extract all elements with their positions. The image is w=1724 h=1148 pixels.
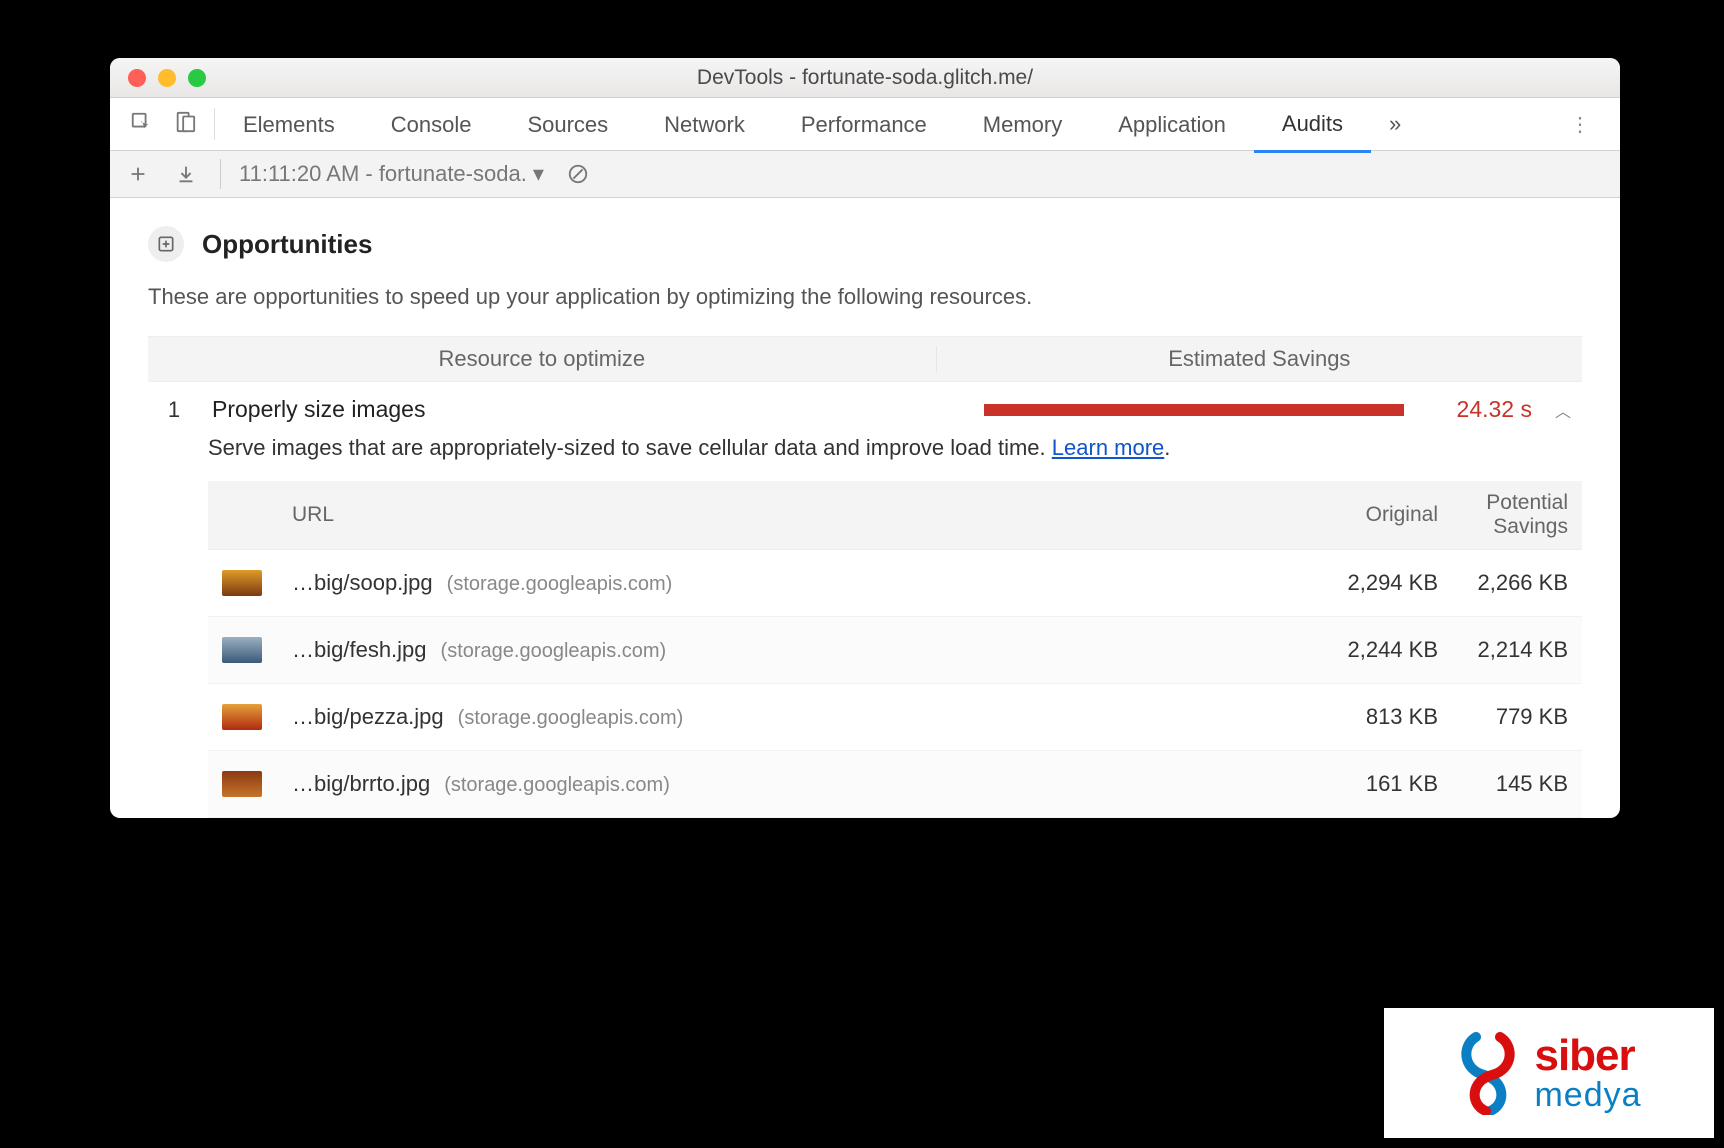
window-title: DevTools - fortunate-soda.glitch.me/ xyxy=(110,66,1620,90)
minimize-window-button[interactable] xyxy=(158,69,176,87)
section-description: These are opportunities to speed up your… xyxy=(148,284,1582,310)
table-row: …big/pezza.jpg (storage.googleapis.com) 8… xyxy=(208,684,1582,751)
potential-savings: 2,266 KB xyxy=(1438,570,1568,596)
th-potential: Potential Savings xyxy=(1438,491,1568,539)
image-thumbnail xyxy=(222,704,262,730)
col-savings: Estimated Savings xyxy=(937,346,1582,372)
dropdown-triangle-icon: ▾ xyxy=(533,161,544,187)
tab-elements[interactable]: Elements xyxy=(215,98,363,151)
devtools-window: DevTools - fortunate-soda.glitch.me/ Ele… xyxy=(110,58,1620,818)
tab-memory[interactable]: Memory xyxy=(955,98,1090,151)
tab-performance[interactable]: Performance xyxy=(773,98,955,151)
close-window-button[interactable] xyxy=(128,69,146,87)
learn-more-link[interactable]: Learn more xyxy=(1052,435,1165,460)
resource-path[interactable]: …big/brrto.jpg xyxy=(292,771,430,797)
devtools-menu-button[interactable]: ⋮ xyxy=(1550,112,1610,137)
potential-savings: 2,214 KB xyxy=(1438,637,1568,663)
opportunities-icon xyxy=(148,226,184,262)
resource-host: (storage.googleapis.com) xyxy=(441,640,667,663)
image-thumbnail xyxy=(222,637,262,663)
audit-title: Properly size images xyxy=(212,396,425,423)
audit-detail-table: URL Original Potential Savings …big/soop… xyxy=(208,481,1582,818)
watermark-logo-icon xyxy=(1456,1031,1520,1115)
clear-audit-icon[interactable] xyxy=(564,160,592,188)
audit-index: 1 xyxy=(154,397,194,423)
audit-description: Serve images that are appropriately-size… xyxy=(148,431,1582,481)
watermark-line2: medya xyxy=(1534,1078,1641,1112)
original-size: 813 KB xyxy=(1308,704,1438,730)
resource-host: (storage.googleapis.com) xyxy=(444,774,670,797)
image-thumbnail xyxy=(222,771,262,797)
maximize-window-button[interactable] xyxy=(188,69,206,87)
original-size: 161 KB xyxy=(1308,771,1438,797)
inspect-element-icon[interactable] xyxy=(130,111,152,138)
audits-content: Opportunities These are opportunities to… xyxy=(110,198,1620,818)
table-header: URL Original Potential Savings xyxy=(208,481,1582,550)
audit-savings-value: 24.32 s xyxy=(1422,396,1532,423)
original-size: 2,294 KB xyxy=(1308,570,1438,596)
devtools-tabbar: Elements Console Sources Network Perform… xyxy=(110,98,1620,151)
new-audit-icon[interactable] xyxy=(124,160,152,188)
th-url: URL xyxy=(222,503,1308,527)
tab-sources[interactable]: Sources xyxy=(499,98,636,151)
watermark-text: siber medya xyxy=(1534,1034,1641,1112)
download-audit-icon[interactable] xyxy=(172,160,200,188)
tab-console[interactable]: Console xyxy=(363,98,500,151)
opportunities-header-row: Resource to optimize Estimated Savings xyxy=(148,336,1582,382)
window-controls xyxy=(128,69,206,87)
titlebar: DevTools - fortunate-soda.glitch.me/ xyxy=(110,58,1620,98)
resource-host: (storage.googleapis.com) xyxy=(458,707,684,730)
original-size: 2,244 KB xyxy=(1308,637,1438,663)
tab-application[interactable]: Application xyxy=(1090,98,1254,151)
resource-path[interactable]: …big/pezza.jpg xyxy=(292,704,444,730)
resource-path[interactable]: …big/fesh.jpg xyxy=(292,637,427,663)
audit-run-selector[interactable]: 11:11:20 AM - fortunate-soda. ▾ xyxy=(220,159,544,189)
potential-savings: 145 KB xyxy=(1438,771,1568,797)
resource-host: (storage.googleapis.com) xyxy=(447,573,673,596)
device-toggle-icon[interactable] xyxy=(174,111,196,138)
image-thumbnail xyxy=(222,570,262,596)
audit-run-label: 11:11:20 AM - fortunate-soda. xyxy=(239,161,527,187)
watermark-line1: siber xyxy=(1534,1034,1641,1078)
table-row: …big/brrto.jpg (storage.googleapis.com) 1… xyxy=(208,751,1582,818)
table-row: …big/soop.jpg (storage.googleapis.com) 2,… xyxy=(208,550,1582,617)
tab-network[interactable]: Network xyxy=(636,98,773,151)
potential-savings: 779 KB xyxy=(1438,704,1568,730)
th-original: Original xyxy=(1308,503,1438,527)
audits-toolbar: 11:11:20 AM - fortunate-soda. ▾ xyxy=(110,151,1620,198)
tab-audits[interactable]: Audits xyxy=(1254,97,1371,153)
section-title: Opportunities xyxy=(202,229,372,260)
savings-bar xyxy=(984,404,1404,416)
table-row: …big/fesh.jpg (storage.googleapis.com) 2,… xyxy=(208,617,1582,684)
watermark-badge: siber medya xyxy=(1384,1008,1714,1138)
chevron-up-icon[interactable]: ︿ xyxy=(1550,398,1576,422)
resource-path[interactable]: …big/soop.jpg xyxy=(292,570,433,596)
tabs-overflow-button[interactable]: » xyxy=(1371,111,1419,137)
audit-summary-row[interactable]: 1 Properly size images 24.32 s ︿ xyxy=(148,392,1582,431)
audit-properly-size-images: 1 Properly size images 24.32 s ︿ Serve i… xyxy=(148,382,1582,818)
col-resource: Resource to optimize xyxy=(148,346,937,372)
